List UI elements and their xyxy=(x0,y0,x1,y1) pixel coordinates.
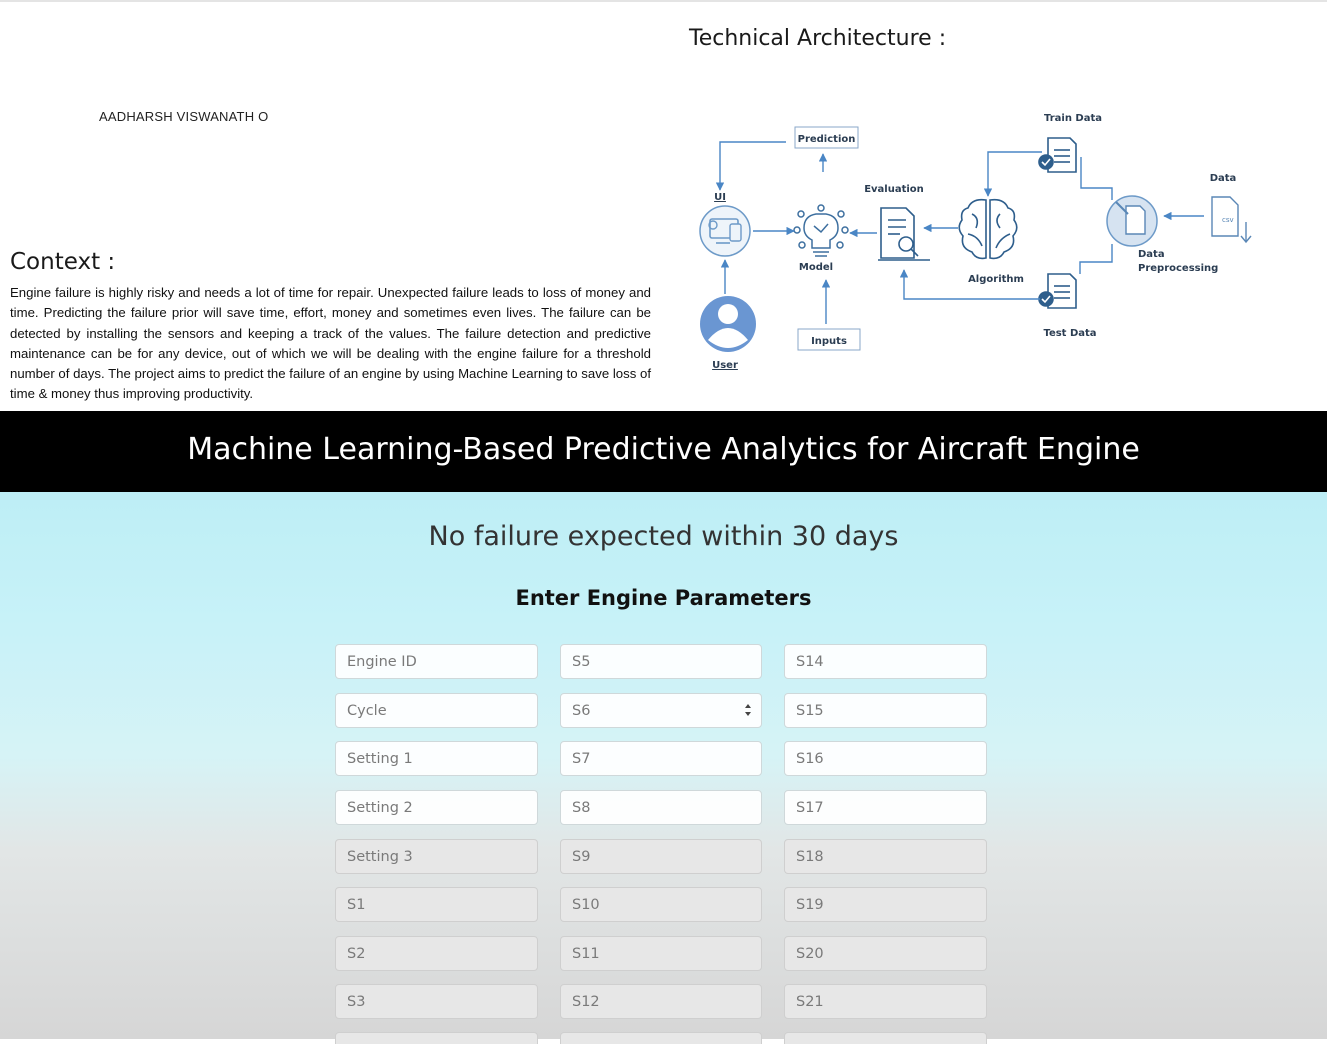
s19-input[interactable] xyxy=(784,887,987,922)
prediction-result: No failure expected within 30 days xyxy=(428,521,899,552)
s18-input[interactable] xyxy=(784,839,987,874)
setting-3-input[interactable] xyxy=(335,839,538,874)
model-icon xyxy=(793,204,849,257)
inputs-label: Inputs xyxy=(811,336,847,347)
app-header: Machine Learning-Based Predictive Analyt… xyxy=(0,411,1327,492)
test-data-icon xyxy=(1038,273,1077,309)
s11-input[interactable] xyxy=(560,936,762,971)
number-spinner-icon[interactable] xyxy=(744,701,752,719)
s10-input[interactable] xyxy=(560,887,762,922)
brain-icon xyxy=(958,198,1018,260)
s9-input[interactable] xyxy=(560,839,762,874)
s1-input[interactable] xyxy=(335,887,538,922)
evaluation-icon xyxy=(878,207,930,261)
next-row-field-edge[interactable] xyxy=(335,1032,538,1044)
setting-1-input[interactable] xyxy=(335,741,538,776)
s8-input[interactable] xyxy=(560,790,762,825)
csv-label: csv xyxy=(1222,216,1234,224)
s17-input[interactable] xyxy=(784,790,987,825)
s6-input[interactable] xyxy=(560,693,762,728)
context-paragraph: Engine failure is highly risky and needs… xyxy=(10,285,651,402)
s3-input[interactable] xyxy=(335,984,538,1019)
s16-input[interactable] xyxy=(784,741,987,776)
setting-2-input[interactable] xyxy=(335,790,538,825)
s7-input[interactable] xyxy=(560,741,762,776)
test-data-label: Test Data xyxy=(1043,328,1096,339)
presentation-slide: AADHARSH VISWANATH O Context : Engine fa… xyxy=(0,2,1327,411)
form-title: Enter Engine Parameters xyxy=(515,586,812,610)
s15-input[interactable] xyxy=(784,693,987,728)
data-preprocessing-icon xyxy=(1106,195,1158,247)
s2-input[interactable] xyxy=(335,936,538,971)
cycle-input[interactable] xyxy=(335,693,538,728)
s12-input[interactable] xyxy=(560,984,762,1019)
s21-input[interactable] xyxy=(784,984,987,1019)
context-heading: Context : xyxy=(10,249,116,275)
author-name: AADHARSH VISWANATH O xyxy=(99,109,269,124)
model-label: Model xyxy=(799,262,833,273)
evaluation-label: Evaluation xyxy=(864,184,924,195)
architecture-diagram: Prediction Inputs UI User Model Evaluati… xyxy=(699,113,1252,371)
s20-input[interactable] xyxy=(784,936,987,971)
data-preprocessing-label-1: Data xyxy=(1138,249,1165,260)
data-label: Data xyxy=(1210,173,1237,184)
predictor-app: Machine Learning-Based Predictive Analyt… xyxy=(0,411,1327,1044)
engine-id-input[interactable] xyxy=(335,644,538,679)
prediction-label: Prediction xyxy=(798,134,856,145)
s6-field-wrap xyxy=(560,693,762,728)
ui-computer-icon xyxy=(699,205,751,257)
s14-input[interactable] xyxy=(784,644,987,679)
user-label: User xyxy=(712,360,738,371)
next-row-field-edge[interactable] xyxy=(784,1032,987,1044)
train-data-icon xyxy=(1038,137,1077,173)
next-row-field-edge[interactable] xyxy=(560,1032,762,1044)
user-icon xyxy=(700,296,756,352)
train-data-label: Train Data xyxy=(1044,113,1102,124)
algorithm-label: Algorithm xyxy=(968,274,1024,285)
ui-label: UI xyxy=(714,192,726,203)
data-preprocessing-label-2: Preprocessing xyxy=(1138,263,1218,274)
architecture-heading: Technical Architecture : xyxy=(689,26,947,51)
s5-input[interactable] xyxy=(560,644,762,679)
